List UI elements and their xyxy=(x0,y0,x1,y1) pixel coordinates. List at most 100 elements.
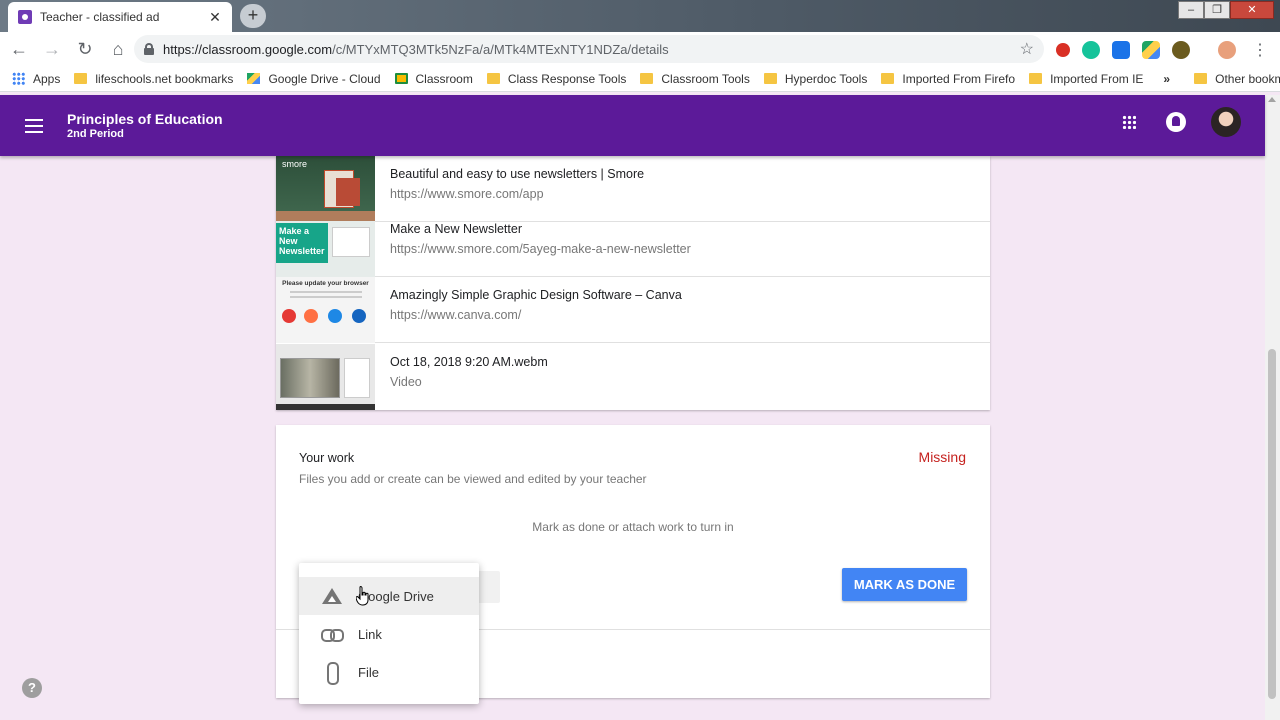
bookmarks-bar: Apps lifeschools.net bookmarks Google Dr… xyxy=(0,66,1280,92)
folder-icon xyxy=(763,73,777,84)
thumbnail-card xyxy=(332,227,370,257)
menu-item-label: Link xyxy=(358,626,382,642)
page-scrollbar[interactable] xyxy=(1265,95,1280,720)
tab-title: Teacher - classified ad xyxy=(40,10,160,24)
class-title[interactable]: Principles of Education 2nd Period xyxy=(67,111,223,141)
chrome-menu-icon[interactable]: ⋮ xyxy=(1252,40,1268,60)
menu-item-label: File xyxy=(358,664,379,680)
window-controls: – ❐ ✕ xyxy=(1178,1,1274,19)
google-drive-icon xyxy=(247,73,261,84)
thumbnail-card xyxy=(336,178,360,206)
classroom-header: Principles of Education 2nd Period xyxy=(0,95,1265,156)
thumbnail-line xyxy=(290,291,362,293)
bookmark-class-response-tools[interactable]: Class Response Tools xyxy=(486,72,626,86)
link-icon xyxy=(321,624,344,644)
extension-circle-icon[interactable] xyxy=(1172,41,1190,59)
folder-icon xyxy=(881,73,895,84)
thumbnail-text: Please update your browser xyxy=(282,280,369,287)
extension-d-icon[interactable] xyxy=(1112,41,1130,59)
address-bar[interactable]: https://classroom.google.com/c/MTYxMTQ3M… xyxy=(134,35,1044,63)
bookmark-classroom-tools[interactable]: Classroom Tools xyxy=(640,72,750,86)
forward-button[interactable]: → xyxy=(38,35,66,63)
folder-icon xyxy=(486,73,500,84)
bookmark-imported-ie[interactable]: Imported From IE xyxy=(1029,72,1143,86)
thumbnail-banner xyxy=(276,211,375,221)
google-drive-icon xyxy=(321,586,343,606)
folder-icon xyxy=(640,73,654,84)
attachment-thumbnail: Please update your browser xyxy=(276,277,375,343)
scrollbar-thumb[interactable] xyxy=(1268,349,1276,699)
bookmark-hyperdoc-tools[interactable]: Hyperdoc Tools xyxy=(763,72,867,86)
home-button[interactable]: ⌂ xyxy=(104,35,132,63)
attachment-thumbnail xyxy=(276,344,375,410)
bookmark-lifeschools[interactable]: lifeschools.net bookmarks xyxy=(74,72,233,86)
bookmark-classroom[interactable]: Classroom xyxy=(394,72,473,86)
user-avatar[interactable] xyxy=(1211,107,1241,137)
attachment-thumbnail: Make a New Newsletter xyxy=(276,211,375,277)
mark-as-done-button[interactable]: MARK AS DONE xyxy=(842,568,967,601)
reload-button[interactable]: ↻ xyxy=(71,35,99,63)
tab-close-icon[interactable]: ✕ xyxy=(208,9,222,26)
your-work-title: Your work xyxy=(299,451,355,465)
bookmark-imported-firefox[interactable]: Imported From Firefo xyxy=(881,72,1015,86)
grammarly-icon[interactable] xyxy=(1082,41,1100,59)
menu-item-file[interactable]: File xyxy=(299,653,479,691)
profile-avatar-icon[interactable] xyxy=(1218,41,1236,59)
menu-item-link[interactable]: Link xyxy=(299,615,479,653)
attachment-row[interactable]: Oct 18, 2018 9:20 AM.webm Video xyxy=(276,344,990,410)
bookmarks-overflow-button[interactable]: » xyxy=(1163,72,1170,86)
bookmark-apps[interactable]: Apps xyxy=(12,72,60,86)
google-drive-extension-icon[interactable] xyxy=(1142,41,1160,59)
class-name: Principles of Education xyxy=(67,110,223,127)
attachment-title: Make a New Newsletter xyxy=(390,222,522,236)
attachment-url: https://www.canva.com/ xyxy=(390,308,522,322)
folder-icon xyxy=(74,73,88,84)
apps-grid-icon xyxy=(12,72,25,85)
class-section: 2nd Period xyxy=(67,127,124,140)
classroom-favicon-icon xyxy=(18,10,32,24)
edge-icon xyxy=(352,309,366,323)
extension-icon[interactable] xyxy=(1056,43,1070,57)
notifications-icon[interactable] xyxy=(1166,112,1186,132)
thumbnail-line xyxy=(290,296,362,298)
attachment-type: Video xyxy=(390,375,422,389)
maximize-button[interactable]: ❐ xyxy=(1204,1,1230,19)
firefox-icon xyxy=(304,309,318,323)
help-icon[interactable]: ? xyxy=(22,678,42,698)
paperclip-icon xyxy=(321,662,343,685)
folder-icon xyxy=(1194,73,1208,84)
menu-icon[interactable] xyxy=(25,118,43,133)
turn-in-hint: Mark as done or attach work to turn in xyxy=(532,520,734,534)
video-bar xyxy=(276,404,375,410)
chrome-icon xyxy=(282,309,296,323)
thumbnail-text: smore xyxy=(282,159,308,169)
assignment-attachments: smore Beautiful and easy to use newslett… xyxy=(276,156,990,410)
browser-tab-strip: Teacher - classified ad ✕ + – ❐ ✕ xyxy=(0,0,1280,32)
add-work-menu: Google Drive Link File xyxy=(299,563,479,704)
thumbnail-card xyxy=(344,358,370,398)
status-badge: Missing xyxy=(918,449,966,465)
url-text: https://classroom.google.com/c/MTYxMTQ3M… xyxy=(163,41,669,57)
attachment-row[interactable]: Please update your browser Amazingly Sim… xyxy=(276,277,990,343)
back-button[interactable]: ← xyxy=(5,35,33,63)
header-actions xyxy=(1122,107,1241,137)
scroll-up-arrow-icon[interactable] xyxy=(1268,97,1276,102)
new-tab-button[interactable]: + xyxy=(240,4,266,28)
window-close-button[interactable]: ✕ xyxy=(1230,1,1274,19)
safari-icon xyxy=(328,309,342,323)
bookmark-star-icon[interactable]: ☆ xyxy=(1020,39,1034,59)
google-apps-icon[interactable] xyxy=(1122,115,1136,129)
bookmark-google-drive[interactable]: Google Drive - Cloud xyxy=(247,72,381,86)
attachment-row[interactable]: Make a New Newsletter Make a New Newslet… xyxy=(276,211,990,277)
bookmark-other[interactable]: Other bookmarks xyxy=(1194,72,1280,86)
attachment-title: Amazingly Simple Graphic Design Software… xyxy=(390,288,682,302)
attachment-url: https://www.smore.com/app xyxy=(390,187,544,201)
folder-icon xyxy=(1029,73,1043,84)
extensions-bar: ⋮ xyxy=(1056,40,1268,60)
browser-tab[interactable]: Teacher - classified ad ✕ xyxy=(8,2,232,32)
menu-item-google-drive[interactable]: Google Drive xyxy=(299,577,479,615)
lock-icon xyxy=(144,43,154,55)
attachment-title: Beautiful and easy to use newsletters | … xyxy=(390,167,645,181)
attachment-url: https://www.smore.com/5ayeg-make-a-new-n… xyxy=(390,242,691,256)
minimize-button[interactable]: – xyxy=(1178,1,1204,19)
